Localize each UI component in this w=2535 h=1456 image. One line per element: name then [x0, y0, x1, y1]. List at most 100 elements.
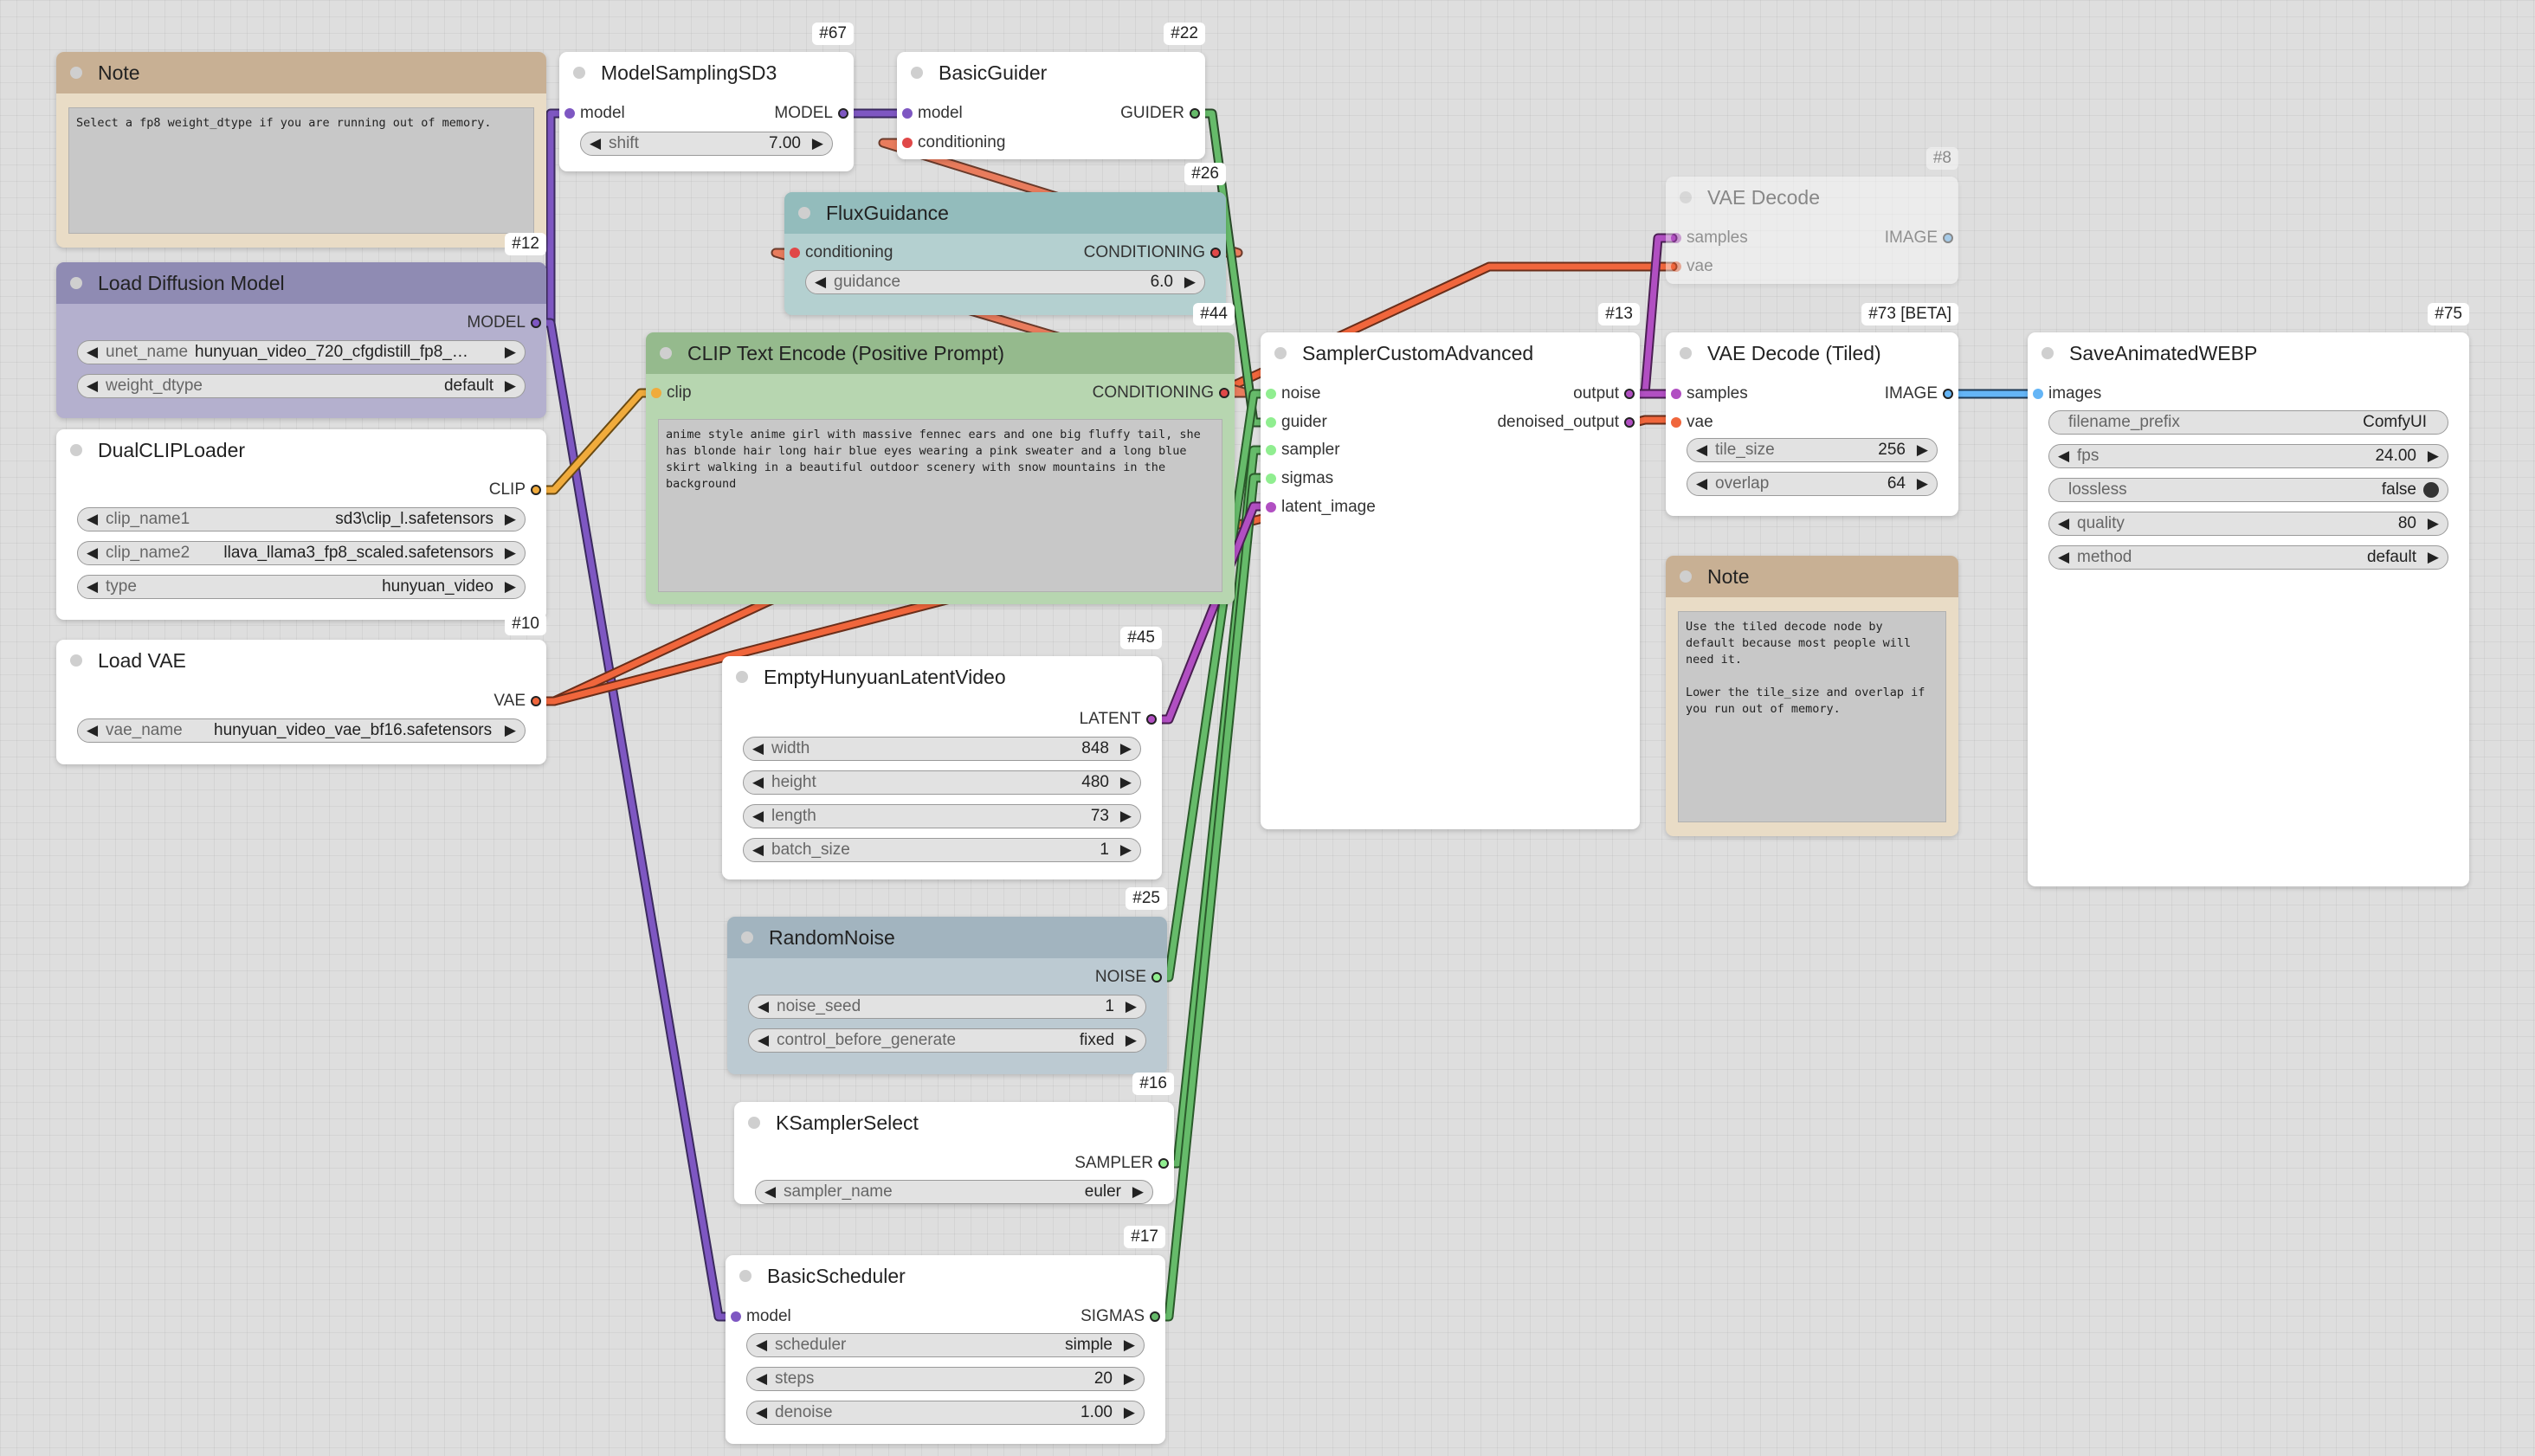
slot-dot-icon[interactable] [731, 1311, 741, 1322]
slot-dot-icon[interactable] [1210, 248, 1221, 258]
output-slot-noise[interactable]: NOISE [1095, 967, 1167, 988]
arrow-left-icon[interactable]: ◀ [2058, 512, 2069, 535]
widget-clip-name2[interactable]: ◀ clip_name2 llava_llama3_fp8_scaled.saf… [77, 541, 526, 565]
note-textarea[interactable]: Select a fp8 weight_dtype if you are run… [68, 107, 534, 234]
vae-decode-node[interactable]: #8 VAE Decode samples vae IMAGE [1666, 147, 1958, 284]
arrow-right-icon[interactable]: ▶ [1124, 1401, 1135, 1424]
widget-control-before-generate[interactable]: ◀ control_before_generate fixed ▶ [748, 1028, 1146, 1053]
arrow-left-icon[interactable]: ◀ [752, 839, 764, 861]
node-header[interactable]: VAE Decode (Tiled) [1666, 332, 1958, 374]
widget-tile-size[interactable]: ◀ tile_size 256 ▶ [1687, 438, 1938, 462]
node-header[interactable]: BasicGuider [897, 52, 1205, 93]
output-slot-conditioning[interactable]: CONDITIONING [1084, 242, 1226, 263]
widget-width[interactable]: ◀ width 848 ▶ [743, 737, 1141, 761]
collapse-dot-icon[interactable] [70, 277, 82, 289]
output-slot-sampler[interactable]: SAMPLER [1074, 1153, 1174, 1174]
input-slot-model[interactable]: model [897, 103, 963, 124]
collapse-dot-icon[interactable] [573, 67, 585, 79]
output-slot-sigmas[interactable]: SIGMAS [1080, 1306, 1165, 1327]
widget-clip-name1[interactable]: ◀ clip_name1 sd3\clip_l.safetensors ▶ [77, 507, 526, 532]
node-header[interactable]: SamplerCustomAdvanced [1261, 332, 1640, 374]
output-slot-guider[interactable]: GUIDER [1120, 103, 1205, 124]
collapse-dot-icon[interactable] [748, 1117, 760, 1129]
input-slot-samples[interactable]: samples [1666, 383, 1748, 404]
widget-filename-prefix[interactable]: filename_prefix ComfyUI [2048, 410, 2448, 435]
slot-dot-icon[interactable] [651, 388, 661, 398]
collapse-dot-icon[interactable] [2042, 347, 2054, 359]
output-slot-model[interactable]: MODEL [467, 312, 546, 333]
slot-dot-icon[interactable] [1266, 417, 1276, 428]
note-node-2[interactable]: Note Use the tiled decode node by defaul… [1666, 556, 1958, 836]
arrow-left-icon[interactable]: ◀ [758, 995, 769, 1018]
slot-dot-icon[interactable] [564, 108, 575, 119]
ksampler-select-node[interactable]: #16 KSamplerSelect SAMPLER ◀ sampler_nam… [734, 1073, 1174, 1204]
collapse-dot-icon[interactable] [1680, 570, 1692, 583]
arrow-left-icon[interactable]: ◀ [2058, 546, 2069, 569]
random-noise-node[interactable]: #25 RandomNoise NOISE ◀ noise_seed 1 ▶ ◀… [727, 887, 1167, 1074]
slot-dot-icon[interactable] [902, 138, 913, 148]
slot-dot-icon[interactable] [1266, 445, 1276, 455]
input-slot-sampler[interactable]: sampler [1261, 440, 1340, 461]
widget-guidance[interactable]: ◀ guidance 6.0 ▶ [805, 270, 1205, 294]
basic-scheduler-node[interactable]: #17 BasicScheduler model SIGMAS ◀ schedu… [726, 1226, 1165, 1444]
arrow-right-icon[interactable]: ▶ [505, 719, 516, 742]
arrow-left-icon[interactable]: ◀ [756, 1368, 767, 1390]
node-header[interactable]: ModelSamplingSD3 [559, 52, 854, 93]
collapse-dot-icon[interactable] [70, 654, 82, 667]
slot-dot-icon[interactable] [1190, 108, 1200, 119]
arrow-right-icon[interactable]: ▶ [1917, 439, 1928, 461]
arrow-left-icon[interactable]: ◀ [87, 375, 98, 397]
arrow-right-icon[interactable]: ▶ [1120, 771, 1132, 794]
input-slot-model[interactable]: model [726, 1306, 791, 1327]
widget-fps[interactable]: ◀ fps 24.00 ▶ [2048, 444, 2448, 468]
arrow-right-icon[interactable]: ▶ [505, 542, 516, 564]
widget-denoise[interactable]: ◀ denoise 1.00 ▶ [746, 1401, 1145, 1425]
arrow-left-icon[interactable]: ◀ [758, 1029, 769, 1052]
slot-dot-icon[interactable] [1266, 502, 1276, 512]
widget-height[interactable]: ◀ height 480 ▶ [743, 770, 1141, 795]
collapse-dot-icon[interactable] [741, 931, 753, 944]
slot-dot-icon[interactable] [1158, 1158, 1169, 1169]
collapse-dot-icon[interactable] [1274, 347, 1287, 359]
output-slot-vae[interactable]: VAE [493, 691, 546, 712]
output-slot-clip[interactable]: CLIP [489, 480, 546, 500]
arrow-right-icon[interactable]: ▶ [1120, 839, 1132, 861]
node-header[interactable]: Load Diffusion Model [56, 262, 546, 304]
widget-quality[interactable]: ◀ quality 80 ▶ [2048, 512, 2448, 536]
save-animated-webp-node[interactable]: #75 SaveAnimatedWEBP images filename_pre… [2028, 303, 2469, 886]
load-diffusion-model-node[interactable]: #12 Load Diffusion Model MODEL ◀ unet_na… [56, 233, 546, 418]
collapse-dot-icon[interactable] [660, 347, 672, 359]
input-slot-guider[interactable]: guider [1261, 412, 1327, 433]
widget-vae-name[interactable]: ◀ vae_name hunyuan_video_vae_bf16.safete… [77, 718, 526, 743]
input-slot-model[interactable]: model [559, 103, 625, 124]
collapse-dot-icon[interactable] [1680, 191, 1692, 203]
input-slot-vae[interactable]: vae [1666, 256, 1713, 277]
arrow-left-icon[interactable]: ◀ [87, 719, 98, 742]
slot-dot-icon[interactable] [1943, 233, 1953, 243]
node-header[interactable]: FluxGuidance [784, 192, 1226, 234]
arrow-left-icon[interactable]: ◀ [756, 1334, 767, 1356]
arrow-left-icon[interactable]: ◀ [590, 132, 601, 155]
node-header[interactable]: BasicScheduler [726, 1255, 1165, 1297]
slot-dot-icon[interactable] [1671, 389, 1681, 399]
slot-dot-icon[interactable] [902, 108, 913, 119]
sampler-custom-advanced-node[interactable]: #13 SamplerCustomAdvanced noise guider s… [1261, 303, 1640, 829]
node-header[interactable]: SaveAnimatedWEBP [2028, 332, 2469, 374]
slot-dot-icon[interactable] [1219, 388, 1229, 398]
vae-decode-tiled-node[interactable]: #73 [BETA] VAE Decode (Tiled) samples va… [1666, 303, 1958, 516]
arrow-right-icon[interactable]: ▶ [2428, 445, 2439, 467]
widget-shift[interactable]: ◀ shift 7.00 ▶ [580, 132, 833, 156]
input-slot-vae[interactable]: vae [1666, 412, 1713, 433]
arrow-right-icon[interactable]: ▶ [505, 341, 516, 364]
input-slot-noise[interactable]: noise [1261, 383, 1320, 404]
slot-dot-icon[interactable] [1671, 233, 1681, 243]
collapse-dot-icon[interactable] [736, 671, 748, 683]
slot-dot-icon[interactable] [2033, 389, 2043, 399]
widget-lossless[interactable]: lossless false [2048, 478, 2448, 502]
clip-text-encode-node[interactable]: #44 CLIP Text Encode (Positive Prompt) c… [646, 303, 1235, 604]
input-slot-latent-image[interactable]: latent_image [1261, 497, 1376, 518]
node-header[interactable]: Load VAE [56, 640, 546, 681]
arrow-left-icon[interactable]: ◀ [752, 738, 764, 760]
input-slot-conditioning[interactable]: conditioning [784, 242, 893, 263]
output-slot-latent[interactable]: LATENT [1080, 709, 1162, 730]
